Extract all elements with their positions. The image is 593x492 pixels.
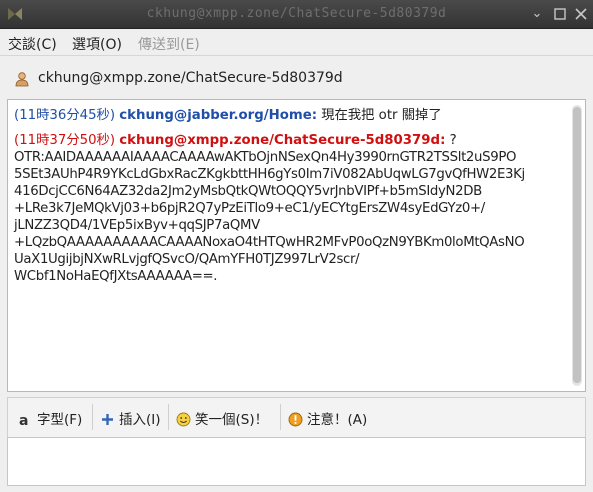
scrollbar-thumb[interactable] <box>573 107 581 383</box>
otr-text-line: UaX1UgijbjNXwRLvjgfQSvcO/QAmYFH0TJZ997Lr… <box>14 252 360 267</box>
person-icon <box>15 72 29 87</box>
font-icon: a <box>19 413 28 427</box>
menu-bar: 交談(C) 選項(O) 傳送到(E) <box>0 29 593 56</box>
smile-button[interactable]: 笑一個(S)！ <box>176 408 268 428</box>
message-timestamp: (11時36分45秒) <box>14 108 116 123</box>
warning-icon <box>288 412 303 427</box>
toolbar-separator <box>92 404 93 430</box>
otr-text-line: +LRe3k7JeMQkVj03+b6pjR2Q7yPzEiTlo9+eC1/y… <box>14 201 485 216</box>
toolbar-separator <box>168 404 169 430</box>
svg-text:a: a <box>19 413 28 427</box>
insert-label: 插入(I) <box>119 412 161 428</box>
message-text: ? <box>449 133 457 148</box>
smiley-icon <box>176 412 191 427</box>
smile-label: 笑一個(S)！ <box>195 412 269 428</box>
close-icon[interactable] <box>572 5 590 23</box>
minimize-icon[interactable]: ⌄ <box>528 5 546 23</box>
message-input[interactable] <box>7 437 586 486</box>
message: (11時36分45秒) ckhung@jabber.org/Home: 現在我把… <box>14 107 564 124</box>
title-bar[interactable]: ckhung@xmpp.zone/ChatSecure-5d80379d ⌄ <box>0 0 593 29</box>
toolbar-separator <box>280 404 281 430</box>
contact-name: ckhung@xmpp.zone/ChatSecure-5d80379d <box>38 70 343 86</box>
plus-icon <box>102 414 113 425</box>
insert-button[interactable]: 插入(I) <box>100 408 161 428</box>
message: (11時37分50秒) ckhung@xmpp.zone/ChatSecure-… <box>14 132 564 149</box>
font-label: 字型(F) <box>37 412 83 428</box>
otr-text-line: 416DcjCC6N64AZ32da2Jm2yMsbQtkQWtOQQY5vrJ… <box>14 184 482 199</box>
attention-button[interactable]: 注意！(A) <box>288 408 367 428</box>
log-scrollbar[interactable] <box>572 105 582 386</box>
otr-text-line: +LQzbQAAAAAAAAAACAAAANoxaO4tHTQwHR2MFvP0… <box>14 235 525 250</box>
message-timestamp: (11時37分50秒) <box>14 133 116 148</box>
otr-text-line: OTR:AAIDAAAAAAIAAAACAAAAwAKTbOjnNSexQn4H… <box>14 150 517 165</box>
conversation-log[interactable]: (11時36分45秒) ckhung@jabber.org/Home: 現在我把… <box>7 99 586 392</box>
contact-header: ckhung@xmpp.zone/ChatSecure-5d80379d <box>0 56 593 98</box>
menu-send-to[interactable]: 傳送到(E) <box>138 34 200 54</box>
menu-conversation[interactable]: 交談(C) <box>8 34 57 54</box>
menu-options[interactable]: 選項(O) <box>72 34 122 54</box>
otr-text-line: jLNZZ3QD4/1VEp5ixByv+qqSJP7aQMV <box>14 218 260 233</box>
font-button[interactable]: a 字型(F) <box>18 408 82 428</box>
attention-label: 注意！(A) <box>307 412 368 428</box>
maximize-icon[interactable] <box>551 5 569 23</box>
otr-text-line: 5SEt3AUhP4R9YKcLdGbxRacZKgkbttHH6gYs0Im7… <box>14 167 525 182</box>
otr-text-line: WCbf1NoHaEQfJXtsAAAAAA==. <box>14 269 218 284</box>
format-toolbar: a 字型(F) 插入(I) 笑一個(S)！ 注意！(A) <box>7 397 586 437</box>
message-sender: ckhung@xmpp.zone/ChatSecure-5d80379d: <box>119 133 446 148</box>
message-text: 現在我把 otr 關掉了 <box>321 108 442 123</box>
window-title: ckhung@xmpp.zone/ChatSecure-5d80379d <box>146 6 447 21</box>
message-sender: ckhung@jabber.org/Home: <box>119 108 318 123</box>
chat-window: ckhung@xmpp.zone/ChatSecure-5d80379d ⌄ 交… <box>0 0 593 492</box>
